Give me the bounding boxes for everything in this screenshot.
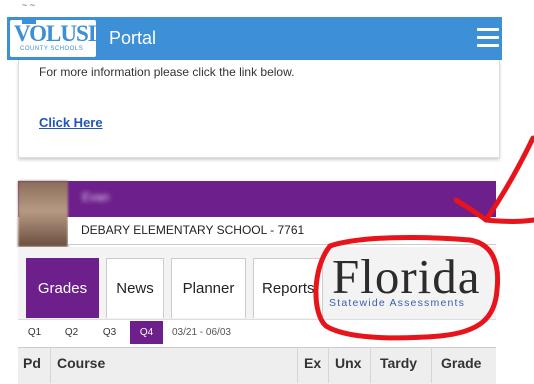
red-arrow-annotation xyxy=(453,135,534,224)
annotation-overlay xyxy=(313,135,534,341)
red-circle-annotation xyxy=(313,235,501,341)
